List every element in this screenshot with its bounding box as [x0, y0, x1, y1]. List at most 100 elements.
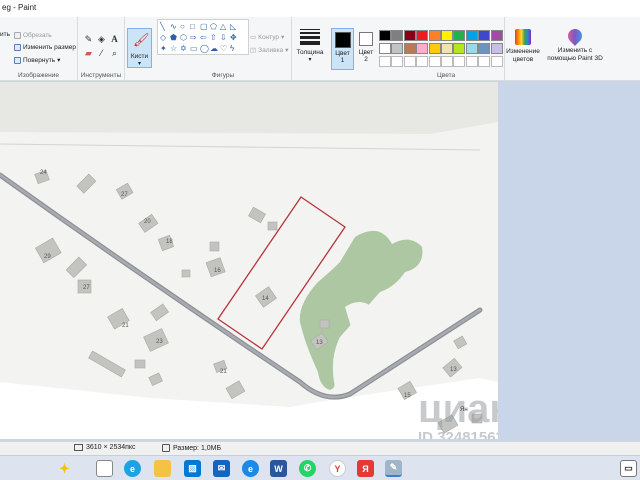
palette-swatch[interactable] [379, 43, 391, 54]
palette-swatch[interactable] [465, 30, 478, 41]
file-size-value: Размер: 1,0МБ [173, 444, 222, 452]
sparkle-icon[interactable]: ✦ [56, 460, 73, 477]
palette-empty-swatch[interactable] [478, 56, 491, 67]
palette-swatch[interactable] [453, 43, 466, 54]
crop-button[interactable]: Обрезать [14, 32, 52, 39]
rotate-label: Повернуть [23, 56, 56, 64]
palette-swatch[interactable] [478, 43, 491, 54]
palette-empty-swatch[interactable] [441, 56, 453, 67]
palette-empty-swatch[interactable] [453, 56, 466, 67]
resize-button[interactable]: Изменить размер [14, 44, 76, 51]
palette-swatch[interactable] [379, 30, 391, 41]
file-size: Размер: 1,0МБ [162, 444, 221, 452]
fill-bucket-icon[interactable]: ◈ [96, 34, 107, 45]
size-button[interactable]: Толщина ▾ [294, 29, 326, 63]
oval-shape-icon[interactable]: ○ [180, 22, 185, 31]
color-picker-icon[interactable]: ⁄ [96, 48, 107, 59]
eraser-icon[interactable]: ▰ [83, 48, 94, 59]
chevron-down-icon: ▾ [138, 61, 142, 67]
palette-swatch[interactable] [441, 30, 453, 41]
palette-swatch[interactable] [416, 43, 429, 54]
palette-empty-swatch[interactable] [490, 56, 503, 67]
yandex-browser-icon[interactable]: Y [329, 460, 346, 477]
pentagon-shape-icon[interactable]: ⬟ [170, 33, 177, 42]
rectangle-shape-icon[interactable]: □ [190, 22, 195, 31]
file-explorer-icon[interactable] [154, 460, 171, 477]
palette-swatch[interactable] [478, 30, 491, 41]
window-title: eg - Paint [2, 3, 37, 12]
star6-shape-icon[interactable]: ✡ [180, 44, 187, 53]
left-arrow-shape-icon[interactable]: ⇦ [200, 33, 207, 42]
palette-swatch[interactable] [391, 43, 404, 54]
palette-swatch[interactable] [416, 30, 429, 41]
polygon-shape-icon[interactable]: ⬠ [210, 22, 217, 31]
hexagon-shape-icon[interactable]: ⬡ [180, 33, 187, 42]
edit-colors-button[interactable]: Изменение цветов [505, 29, 541, 64]
plot-number: 29 [44, 254, 51, 260]
outline-button[interactable]: ▭ Контур ▾ [250, 33, 284, 42]
mail-icon[interactable]: ✉ [213, 460, 230, 477]
yandex-icon[interactable]: Я [357, 460, 374, 477]
four-arrow-shape-icon[interactable]: ✥ [230, 33, 237, 42]
curve-shape-icon[interactable]: ∿ [170, 22, 177, 31]
whatsapp-icon[interactable]: ✆ [299, 460, 316, 477]
photos-icon[interactable]: ▨ [184, 460, 201, 477]
palette-empty-swatch[interactable] [391, 56, 404, 67]
resize-icon [14, 44, 21, 51]
palette-swatch[interactable] [403, 30, 416, 41]
color1-button[interactable]: Цвет 1 [331, 28, 354, 70]
line-shape-icon[interactable]: ╲ [160, 22, 165, 31]
color2-swatch [359, 32, 373, 46]
palette-empty-swatch[interactable] [416, 56, 429, 67]
palette-swatch[interactable] [441, 43, 453, 54]
paint3d-button[interactable]: Изменить с помощью Paint 3D [546, 26, 604, 63]
fill-button[interactable]: ◫ Заливка ▾ [250, 46, 288, 55]
callout-oval-shape-icon[interactable]: ◯ [200, 44, 209, 53]
palette-swatch[interactable] [391, 30, 404, 41]
select-button[interactable]: ить [0, 31, 10, 38]
plot-number: 27 [121, 192, 128, 198]
heart-shape-icon[interactable]: ♡ [220, 44, 227, 53]
palette-swatch[interactable] [490, 43, 503, 54]
brushes-group: 🖌 Кисти ▾ [125, 17, 155, 81]
paint-icon[interactable]: ✎ [385, 460, 402, 477]
diamond-shape-icon[interactable]: ◇ [160, 33, 166, 42]
palette-empty-swatch[interactable] [465, 56, 478, 67]
magnifier-icon[interactable]: ⌕ [109, 48, 120, 59]
right-triangle-shape-icon[interactable]: ◺ [230, 22, 236, 31]
triangle-shape-icon[interactable]: △ [220, 22, 226, 31]
internet-explorer-icon[interactable]: e [242, 460, 259, 477]
plot-number: 20 [144, 219, 151, 225]
cloud-shape-icon[interactable]: ☁ [210, 44, 218, 53]
plot-number: 15 [404, 393, 411, 399]
up-arrow-shape-icon[interactable]: ⇧ [210, 33, 217, 42]
word-icon[interactable]: W [270, 460, 287, 477]
palette-empty-swatch[interactable] [403, 56, 416, 67]
palette-swatch[interactable] [428, 30, 441, 41]
task-view-icon[interactable] [96, 460, 113, 477]
rotate-button[interactable]: Повернуть ▾ [14, 56, 60, 64]
star4-shape-icon[interactable]: ✦ [160, 44, 167, 53]
drawing-canvas[interactable]: 24 27 20 18 29 27 16 14 21 23 13 21 15 1… [0, 82, 498, 439]
right-arrow-shape-icon[interactable]: ⇨ [190, 33, 197, 42]
palette-swatch[interactable] [428, 43, 441, 54]
brushes-button[interactable]: 🖌 Кисти ▾ [127, 28, 152, 68]
rounded-rect-shape-icon[interactable]: ▢ [200, 22, 208, 31]
text-tool-icon[interactable]: A [109, 34, 120, 45]
star5-shape-icon[interactable]: ☆ [170, 44, 177, 53]
down-arrow-shape-icon[interactable]: ⇩ [220, 33, 227, 42]
edge-icon[interactable]: e [124, 460, 141, 477]
palette-swatch[interactable] [490, 30, 503, 41]
palette-swatch[interactable] [403, 43, 416, 54]
pencil-icon[interactable]: ✎ [83, 34, 94, 45]
crop-label: Обрезать [23, 32, 52, 39]
color2-button[interactable]: Цвет 2 [356, 29, 376, 63]
palette-empty-swatch[interactable] [428, 56, 441, 67]
palette-swatch[interactable] [465, 43, 478, 54]
lightning-shape-icon[interactable]: ϟ [230, 44, 234, 53]
callout-rect-shape-icon[interactable]: ▭ [190, 44, 198, 53]
notification-icon[interactable]: ▭ [620, 460, 637, 477]
outline-icon: ▭ [250, 34, 257, 41]
palette-empty-swatch[interactable] [379, 56, 391, 67]
palette-swatch[interactable] [453, 30, 466, 41]
